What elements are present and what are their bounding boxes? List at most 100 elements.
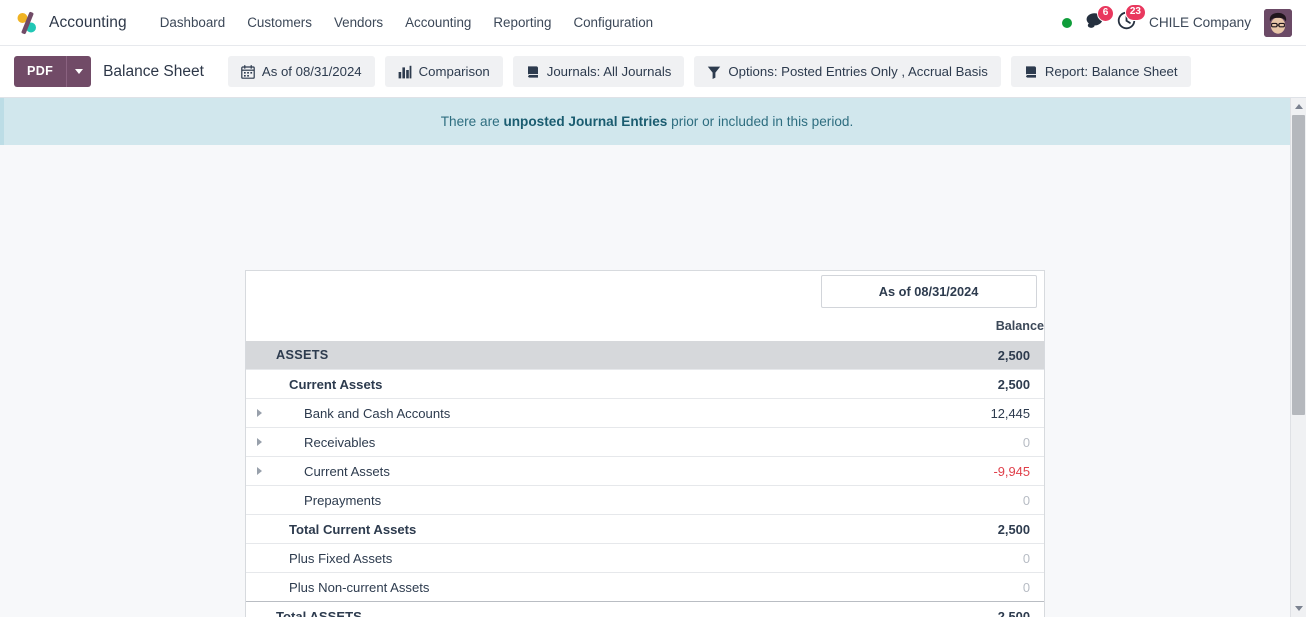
row-value: 0 (1022, 434, 1030, 450)
column-header-spacer (246, 311, 821, 341)
menu-item-configuration[interactable]: Configuration (562, 9, 664, 36)
row-value: 2,500 (997, 521, 1030, 537)
table-row[interactable]: ASSETS 2,500 (246, 341, 1044, 370)
row-value: 0 (1022, 550, 1030, 566)
navbar-right-group: 6 23 CHILE Company (1062, 3, 1294, 37)
pdf-dropdown-toggle[interactable] (66, 56, 92, 87)
calendar-icon (241, 64, 255, 79)
row-label: Plus Fixed Assets (289, 550, 393, 566)
presence-dot-icon[interactable] (1062, 17, 1072, 28)
alert-prefix: There are (440, 114, 504, 129)
menu-item-dashboard[interactable]: Dashboard (149, 9, 237, 36)
expand-toggle[interactable] (246, 409, 272, 417)
report-filter-label: Report: Balance Sheet (1044, 64, 1178, 79)
table-row[interactable]: Receivables 0 (246, 427, 1044, 457)
row-label-cell: Receivables (246, 428, 821, 457)
table-row[interactable]: Prepayments 0 (246, 485, 1044, 515)
alert-suffix: prior or included in this period. (667, 114, 854, 129)
menu-item-customers[interactable]: Customers (236, 9, 323, 36)
top-navbar: Accounting Dashboard Customers Vendors A… (0, 0, 1306, 46)
row-value: 12,445 (990, 405, 1030, 421)
row-label-cell: Total Current Assets (246, 515, 821, 544)
row-label: ASSETS (276, 348, 329, 362)
report-filter-button[interactable]: Report: Balance Sheet (1010, 56, 1191, 87)
user-avatar-icon[interactable] (1264, 8, 1292, 37)
expand-toggle[interactable] (246, 438, 272, 446)
caret-right-icon (256, 438, 262, 446)
menu-item-vendors[interactable]: Vendors (323, 9, 394, 36)
row-label: Receivables (304, 434, 376, 450)
scrollbar-thumb[interactable] (1291, 115, 1305, 415)
options-filter-button[interactable]: Options: Posted Entries Only , Accrual B… (694, 56, 1001, 87)
row-value: 2,500 (997, 376, 1030, 392)
period-header-spacer (246, 271, 821, 311)
table-row[interactable]: Plus Non-current Assets 0 (246, 572, 1044, 602)
journals-filter-button[interactable]: Journals: All Journals (512, 56, 685, 87)
odoo-logo-icon (14, 10, 40, 36)
filter-bar: As of 08/31/2024 Comparison Journals: Al… (227, 56, 1191, 87)
scrollbar-track[interactable] (1291, 115, 1306, 600)
book-icon (526, 65, 540, 79)
row-label: Bank and Cash Accounts (304, 405, 451, 421)
control-panel: PDF Balance Sheet As of 08/31/2024 Compa… (0, 46, 1306, 98)
activities-badge-count: 23 (1124, 3, 1146, 21)
unposted-entries-alert: There are unposted Journal Entries prior… (0, 98, 1290, 145)
date-filter-label: As of 08/31/2024 (261, 64, 362, 79)
row-value: 2,500 (997, 608, 1030, 617)
menu-item-reporting[interactable]: Reporting (482, 9, 562, 36)
messages-button[interactable]: 6 (1085, 4, 1114, 34)
period-header-label[interactable]: As of 08/31/2024 (820, 274, 1037, 308)
comparison-filter-button[interactable]: Comparison (384, 56, 503, 87)
period-header-cell: As of 08/31/2024 (820, 271, 1044, 311)
balance-sheet-table-body: As of 08/31/2024 Balance ASSETS 2,500 Cu… (246, 271, 1044, 617)
balance-sheet-report-card: As of 08/31/2024 Balance ASSETS 2,500 Cu… (245, 270, 1045, 617)
scroll-up-arrow-icon[interactable] (1290, 98, 1306, 115)
pdf-export-button[interactable]: PDF (14, 56, 67, 87)
menu-item-accounting[interactable]: Accounting (394, 9, 482, 36)
company-switcher[interactable]: CHILE Company (1149, 15, 1251, 30)
table-row[interactable]: Bank and Cash Accounts 12,445 (246, 398, 1044, 428)
row-label-cell: Plus Non-current Assets (246, 573, 821, 602)
funnel-icon (707, 65, 721, 79)
table-row[interactable]: Current Assets 2,500 (246, 369, 1044, 399)
chevron-down-icon (75, 69, 84, 74)
unposted-entries-link[interactable]: unposted Journal Entries (503, 114, 667, 129)
caret-right-icon (256, 467, 262, 475)
row-label-cell: Current Assets (246, 457, 821, 486)
report-scroll-area: There are unposted Journal Entries prior… (0, 98, 1306, 617)
row-label: Current Assets (289, 376, 383, 392)
row-value: -9,945 (993, 463, 1030, 479)
row-label-cell: Total ASSETS (246, 602, 821, 617)
row-value: 0 (1022, 492, 1030, 508)
row-value: 0 (1022, 579, 1030, 595)
report-column-header-row: Balance (246, 311, 1044, 341)
row-label-cell: Bank and Cash Accounts (246, 399, 821, 428)
expand-toggle[interactable] (246, 467, 272, 475)
date-filter-button[interactable]: As of 08/31/2024 (227, 56, 375, 87)
pdf-export-group: PDF (14, 56, 92, 87)
balance-column-header: Balance (995, 319, 1044, 333)
activities-button[interactable]: 23 (1117, 3, 1146, 35)
options-filter-label: Options: Posted Entries Only , Accrual B… (728, 64, 988, 79)
scroll-down-arrow-icon[interactable] (1290, 600, 1306, 617)
balance-sheet-table: As of 08/31/2024 Balance ASSETS 2,500 Cu… (246, 271, 1044, 617)
row-label: Prepayments (304, 492, 382, 508)
table-row[interactable]: Total ASSETS 2,500 (246, 601, 1044, 617)
row-label-cell: Current Assets (246, 370, 821, 399)
table-row[interactable]: Total Current Assets 2,500 (246, 514, 1044, 544)
row-label-cell: Prepayments (246, 486, 821, 515)
caret-right-icon (256, 409, 262, 417)
brand-name: Accounting (49, 13, 127, 31)
main-menu: Dashboard Customers Vendors Accounting R… (149, 9, 664, 36)
book-icon (1024, 65, 1038, 79)
row-label-cell: ASSETS (246, 341, 821, 370)
row-label: Plus Non-current Assets (289, 579, 430, 595)
vertical-scrollbar[interactable] (1290, 98, 1306, 617)
bar-chart-icon (398, 65, 412, 79)
row-value: 2,500 (997, 347, 1030, 363)
page-title: Balance Sheet (103, 62, 204, 80)
brand-home-link[interactable]: Accounting (14, 10, 127, 36)
table-row[interactable]: Current Assets -9,945 (246, 456, 1044, 486)
table-row[interactable]: Plus Fixed Assets 0 (246, 543, 1044, 573)
journals-filter-label: Journals: All Journals (546, 64, 672, 79)
